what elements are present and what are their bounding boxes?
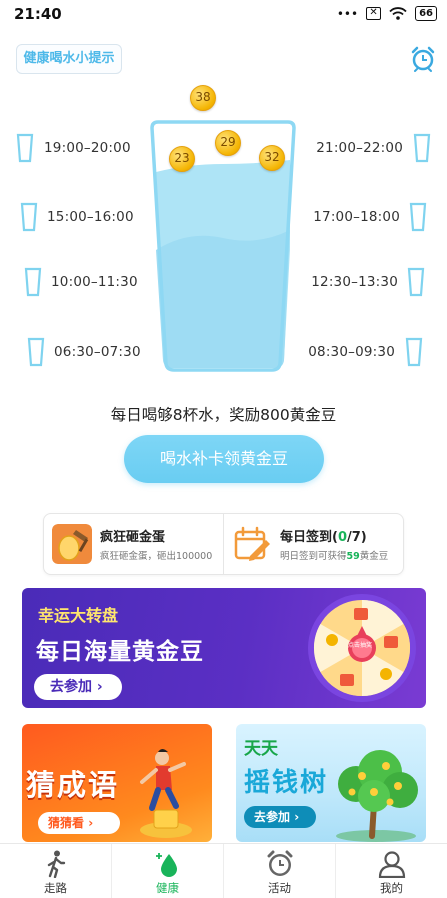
- cup-icon: [20, 202, 38, 232]
- cup-icon: [407, 267, 425, 297]
- nav-health[interactable]: 健康: [111, 844, 223, 898]
- wheel-center-label: 点击抽奖: [348, 642, 373, 649]
- banner-tag: 幸运大转盘: [38, 606, 119, 625]
- time-slot[interactable]: 19:00–20:00: [16, 133, 131, 163]
- slot-time: 08:30–09:30: [308, 344, 395, 360]
- cup-icon: [24, 267, 42, 297]
- alarm-clock-icon: [267, 850, 292, 876]
- banner-title: 每日海量黄金豆: [36, 639, 204, 665]
- nav-label: 活动: [268, 881, 291, 895]
- nav-label: 健康: [156, 881, 179, 895]
- walking-person-icon: [47, 850, 65, 878]
- idiom-title: 猜成语: [26, 768, 120, 802]
- makeup-claim-button[interactable]: 喝水补卡领黄金豆: [124, 435, 324, 483]
- nav-label: 我的: [380, 881, 403, 895]
- task-subtitle: 明日签到可获得59黄金豆: [280, 548, 388, 562]
- tree-join-button[interactable]: 去参加 ›: [244, 806, 316, 828]
- join-button-label: 去参加: [50, 679, 92, 695]
- signin-title-prefix: 每日签到(: [280, 530, 338, 545]
- water-tracker: 19:00–20:00 15:00–16:00 10:00–11:30 06:3…: [0, 80, 447, 380]
- signin-sub-prefix: 明日签到可获得: [280, 551, 347, 562]
- coin-reward[interactable]: 29: [215, 130, 241, 156]
- guess-idiom-card[interactable]: 猜成语 猜猜看 ›: [22, 724, 212, 842]
- money-tree-card[interactable]: 天天 摇钱树 去参加 ›: [236, 724, 426, 842]
- money-tree-illustration: [336, 750, 418, 842]
- golden-egg-icon: [52, 524, 92, 564]
- slot-time: 15:00–16:00: [47, 209, 134, 225]
- sim-off-icon: ✕: [366, 7, 382, 20]
- cup-icon: [413, 133, 431, 163]
- nav-label: 走路: [44, 881, 67, 895]
- more-dots-icon: •••: [336, 6, 359, 21]
- bottom-nav: 走路 健康 活动 我的: [0, 843, 447, 898]
- task-title: 每日签到(0/7): [280, 526, 388, 545]
- guess-button-label: 猜猜看: [48, 816, 85, 830]
- join-button[interactable]: 去参加 ›: [34, 674, 122, 700]
- signin-title-suffix: /7): [347, 530, 367, 545]
- nav-mine[interactable]: 我的: [335, 844, 447, 898]
- status-icons: ••• ✕ 66: [337, 6, 437, 21]
- status-bar: 21:40 ••• ✕ 66: [0, 0, 447, 28]
- status-time: 21:40: [14, 5, 62, 23]
- coin-reward[interactable]: 38: [190, 85, 216, 111]
- tree-title: 摇钱树: [244, 768, 329, 798]
- time-slot[interactable]: 06:30–07:30: [27, 337, 141, 367]
- wifi-icon: [389, 7, 407, 20]
- cup-icon: [27, 337, 45, 367]
- tree-join-button-label: 去参加: [254, 810, 291, 824]
- nav-walk[interactable]: 走路: [0, 844, 111, 898]
- task-subtitle: 疯狂砸金蛋，砸出100000: [100, 551, 213, 562]
- time-slot[interactable]: 15:00–16:00: [20, 202, 134, 232]
- reward-text: 每日喝够8杯水，奖励800黄金豆: [110, 406, 337, 424]
- slot-time: 12:30–13:30: [311, 274, 398, 290]
- task-title: 疯狂砸金蛋: [100, 530, 166, 545]
- signin-count: 0: [337, 530, 347, 545]
- time-slot[interactable]: 08:30–09:30: [308, 337, 423, 367]
- calendar-icon: [234, 526, 270, 561]
- nav-activity[interactable]: 活动: [223, 844, 335, 898]
- smash-egg-card[interactable]: 疯狂砸金蛋 疯狂砸金蛋，砸出100000: [44, 514, 223, 574]
- slot-time: 10:00–11:30: [51, 274, 138, 290]
- slot-time: 17:00–18:00: [313, 209, 400, 225]
- signin-sub-suffix: 黄金豆: [359, 551, 389, 562]
- time-slot[interactable]: 12:30–13:30: [311, 267, 425, 297]
- tree-tag: 天天: [244, 739, 278, 759]
- slot-time: 21:00–22:00: [316, 140, 403, 156]
- health-tips-button[interactable]: 健康喝水小提示: [16, 44, 122, 74]
- coin-reward[interactable]: 23: [169, 146, 195, 172]
- user-icon: [378, 851, 405, 878]
- signin-sub-value: 59: [346, 551, 360, 562]
- battery-icon: 66: [415, 6, 437, 21]
- time-slot[interactable]: 17:00–18:00: [313, 202, 427, 232]
- lucky-wheel-banner[interactable]: 幸运大转盘 每日海量黄金豆 去参加 › 点击抽奖: [22, 588, 426, 708]
- time-slot[interactable]: 21:00–22:00: [316, 133, 431, 163]
- guess-button[interactable]: 猜猜看 ›: [38, 812, 120, 834]
- cup-icon: [16, 133, 34, 163]
- slot-time: 06:30–07:30: [54, 344, 141, 360]
- cup-icon: [405, 337, 423, 367]
- water-drop-icon: [155, 853, 177, 877]
- time-slot[interactable]: 10:00–11:30: [24, 267, 138, 297]
- task-strip: 疯狂砸金蛋 疯狂砸金蛋，砸出100000 每日签到(0/7) 明日签到可获得59…: [43, 513, 404, 575]
- alarm-clock-icon[interactable]: [411, 46, 435, 72]
- slot-time: 19:00–20:00: [44, 140, 131, 156]
- cup-icon: [409, 202, 427, 232]
- running-man-illustration: [140, 749, 192, 838]
- coin-reward[interactable]: 32: [259, 145, 285, 171]
- daily-signin-card[interactable]: 每日签到(0/7) 明日签到可获得59黄金豆: [223, 514, 403, 574]
